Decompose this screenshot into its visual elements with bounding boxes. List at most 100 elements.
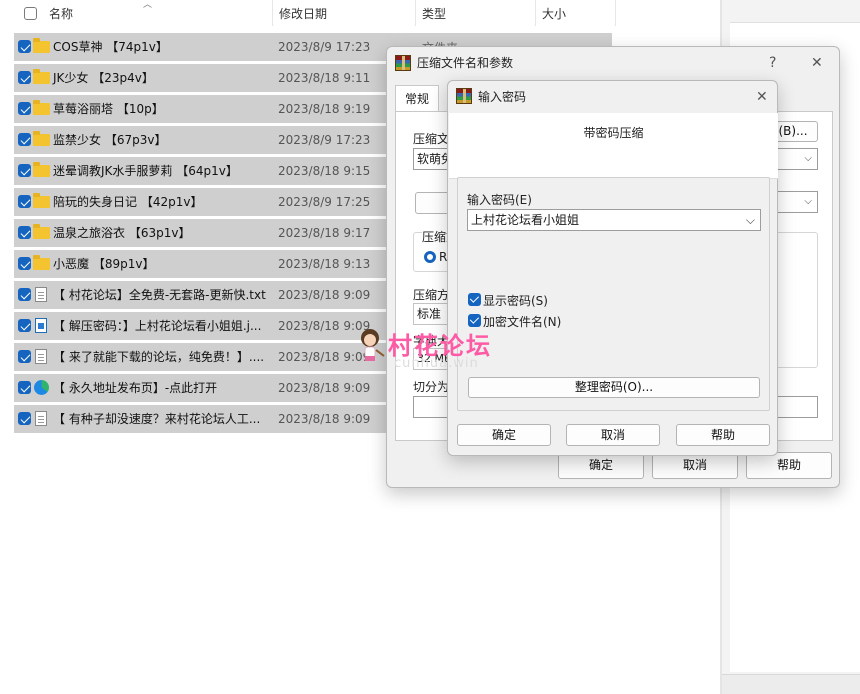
row-checkbox[interactable] (18, 102, 31, 115)
compression-method-label: 压缩方 (413, 288, 450, 302)
close-icon[interactable]: ✕ (811, 47, 823, 79)
text-file-icon-shape (35, 349, 47, 364)
folder-icon (33, 193, 50, 209)
archive-ok-button[interactable]: 确定 (558, 452, 644, 479)
file-name: 迷晕调教JK水手服萝莉 【64p1v】 (53, 164, 238, 178)
file-date: 2023/8/18 9:09 (278, 288, 371, 302)
sort-up-icon: ︿ (143, 0, 153, 10)
folder-icon-shape (33, 255, 50, 270)
file-date: 2023/8/18 9:09 (278, 412, 371, 426)
row-checkbox[interactable] (18, 133, 31, 146)
row-checkbox[interactable] (18, 319, 31, 332)
enter-password-dialog: 输入密码 ✕ 带密码压缩 输入密码(E) 上村花论坛看小姐姐 ⌵ 显示密码(S)… (447, 80, 778, 456)
password-input[interactable]: 上村花论坛看小姐姐 ⌵ (467, 209, 761, 231)
file-name: 【 解压密码：】上村花论坛看小姐姐.j... (53, 319, 262, 333)
chevron-down-icon: ⌵ (804, 196, 812, 207)
close-icon[interactable]: ✕ (756, 81, 768, 113)
winrar-icon (456, 88, 472, 104)
password-ok-button[interactable]: 确定 (457, 424, 551, 446)
row-checkbox[interactable] (18, 164, 31, 177)
password-label: 输入密码(E) (467, 193, 532, 207)
file-date: 2023/8/18 9:11 (278, 71, 371, 85)
row-checkbox[interactable] (18, 257, 31, 270)
password-header-area: 带密码压缩 (449, 113, 778, 179)
help-icon[interactable]: ? (769, 47, 776, 79)
file-name: 温泉之旅浴衣 【63p1v】 (53, 226, 191, 240)
archive-help-button[interactable]: 帮助 (746, 452, 832, 479)
file-date: 2023/8/18 9:09 (278, 381, 371, 395)
column-name[interactable]: 名称 (49, 0, 73, 28)
password-group: 输入密码(E) 上村花论坛看小姐姐 ⌵ 显示密码(S) 加密文件名(N) 整理密… (457, 177, 770, 411)
file-date: 2023/8/18 9:13 (278, 257, 371, 271)
file-date: 2023/8/18 9:15 (278, 164, 371, 178)
archive-dialog-title: 压缩文件名和参数 (417, 56, 514, 70)
file-date: 2023/8/18 9:09 (278, 319, 371, 333)
password-header: 带密码压缩 (583, 126, 644, 140)
column-divider[interactable] (272, 0, 273, 26)
file-date: 2023/8/18 9:09 (278, 350, 371, 364)
archive-cancel-button[interactable]: 取消 (652, 452, 738, 479)
file-name: COS草神 【74p1v】 (53, 40, 168, 54)
encrypt-filenames-label[interactable]: 加密文件名(N) (483, 313, 561, 330)
file-date: 2023/8/18 9:17 (278, 226, 371, 240)
column-date[interactable]: 修改日期 (279, 0, 327, 28)
file-name: 小恶魔 【89p1v】 (53, 257, 155, 271)
row-checkbox[interactable] (18, 195, 31, 208)
folder-icon (33, 255, 50, 271)
edge-browser-icon-shape (34, 380, 49, 395)
chevron-down-icon: ⌵ (804, 153, 812, 164)
dictionary-size-label: 字典大 (413, 334, 450, 348)
text-file-icon-shape (35, 287, 47, 302)
folder-icon (33, 38, 50, 54)
folder-icon-shape (33, 100, 50, 115)
file-name: 【 有种子却没速度？来村花论坛人工... (53, 412, 261, 426)
file-name: 陪玩的失身日记 【42p1v】 (53, 195, 203, 209)
password-value: 上村花论坛看小姐姐 (471, 213, 580, 227)
folder-icon-shape (33, 224, 50, 239)
archive-name-label: 压缩文 (413, 132, 450, 146)
column-header-bar: ︿ 名称 修改日期 类型 大小 (0, 0, 616, 28)
background-window-status (722, 674, 860, 694)
chevron-down-icon[interactable]: ⌵ (746, 210, 755, 230)
show-password-label[interactable]: 显示密码(S) (483, 292, 548, 309)
column-size[interactable]: 大小 (542, 0, 566, 28)
column-divider[interactable] (415, 0, 416, 26)
winrar-icon (395, 55, 411, 71)
edge-browser-icon (33, 380, 50, 395)
archive-dialog-titlebar[interactable]: 压缩文件名和参数 ? ✕ (387, 47, 839, 79)
folder-icon-shape (33, 193, 50, 208)
file-name: 【 来了就能下载的论坛，纯免费！】.... (53, 350, 265, 364)
row-checkbox[interactable] (18, 288, 31, 301)
password-dialog-titlebar[interactable]: 输入密码 ✕ (448, 81, 777, 113)
folder-icon (33, 224, 50, 240)
tab-general[interactable]: 常规 (395, 85, 439, 112)
organize-passwords-button[interactable]: 整理密码(O)... (468, 377, 760, 398)
row-checkbox[interactable] (18, 350, 31, 363)
password-help-button[interactable]: 帮助 (676, 424, 770, 446)
file-date: 2023/8/18 9:19 (278, 102, 371, 116)
column-divider[interactable] (615, 0, 616, 26)
row-checkbox[interactable] (18, 381, 31, 394)
row-checkbox[interactable] (18, 40, 31, 53)
column-type[interactable]: 类型 (422, 0, 446, 28)
file-name: JK少女 【23p4v】 (53, 71, 154, 85)
password-cancel-button[interactable]: 取消 (566, 424, 660, 446)
password-dialog-title: 输入密码 (478, 90, 527, 104)
file-date: 2023/8/9 17:25 (278, 195, 371, 209)
show-password-checkbox[interactable] (468, 293, 481, 306)
file-name: 【 村花论坛】全免费-无套路-更新快.txt (53, 288, 266, 302)
row-checkbox[interactable] (18, 412, 31, 425)
file-name: 草莓浴丽塔 【10p】 (53, 102, 164, 116)
column-divider[interactable] (535, 0, 536, 26)
file-name: 【 永久地址发布页】-点此打开 (53, 381, 218, 395)
folder-icon-shape (33, 38, 50, 53)
folder-icon-shape (33, 162, 50, 177)
row-checkbox[interactable] (18, 71, 31, 84)
encrypt-filenames-checkbox[interactable] (468, 314, 481, 327)
profiles-button[interactable] (415, 192, 451, 214)
text-file-icon (33, 349, 50, 364)
select-all-checkbox[interactable] (24, 7, 37, 20)
row-checkbox[interactable] (18, 226, 31, 239)
file-date: 2023/8/9 17:23 (278, 40, 371, 54)
rar-format-radio[interactable] (424, 251, 436, 263)
